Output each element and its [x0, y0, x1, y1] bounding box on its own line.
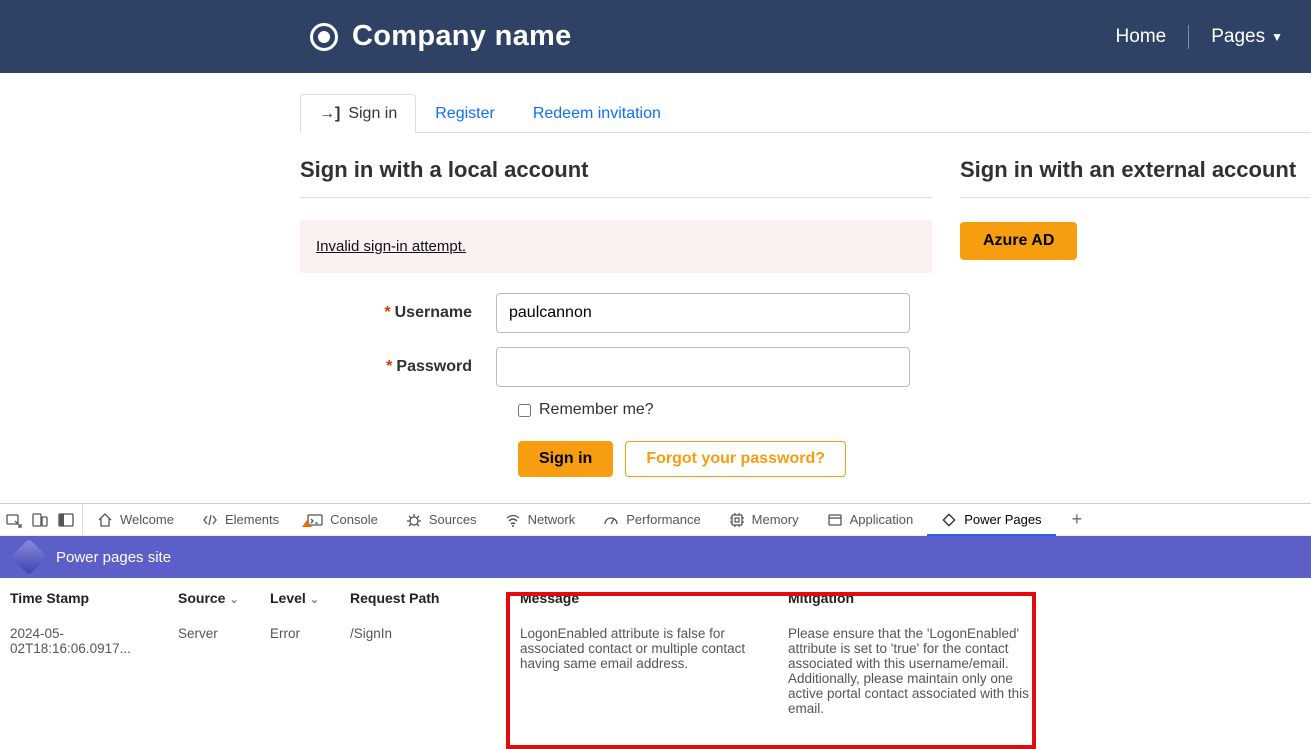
username-input[interactable]	[496, 293, 910, 333]
signin-error-alert: Invalid sign-in attempt.	[300, 220, 932, 273]
nav-link-home[interactable]: Home	[1116, 26, 1167, 48]
col-header-level[interactable]: Level⌄	[270, 590, 350, 606]
devtools-tab-memory[interactable]: Memory	[715, 504, 813, 535]
log-table: Time Stamp Source⌄ Level⌄ Request Path M…	[0, 578, 1311, 728]
cell-mitigation: Please ensure that the 'LogonEnabled' at…	[788, 626, 1032, 716]
sort-caret-icon: ⌄	[229, 594, 238, 606]
col-header-timestamp[interactable]: Time Stamp	[10, 590, 178, 606]
separator	[960, 197, 1310, 198]
gauge-icon	[603, 512, 619, 528]
powerpages-logo-icon	[11, 539, 48, 576]
devtools-tab-console[interactable]: Console	[293, 504, 392, 535]
nav-divider	[1188, 25, 1189, 49]
devtools-tabbar: Welcome Elements Console Sources Network…	[0, 504, 1311, 536]
code-icon	[202, 512, 218, 528]
col-header-source[interactable]: Source⌄	[178, 590, 270, 606]
tab-signin[interactable]: →] Sign in	[300, 94, 416, 133]
devtools-tab-elements[interactable]: Elements	[188, 504, 293, 535]
cell-level: Error	[270, 626, 350, 716]
tab-redeem[interactable]: Redeem invitation	[514, 94, 680, 133]
warning-badge-icon	[302, 520, 312, 527]
cell-message: LogonEnabled attribute is false for asso…	[520, 626, 788, 716]
inspect-element-icon[interactable]	[6, 512, 22, 528]
brand-logo-icon	[310, 23, 338, 51]
remember-label: Remember me?	[539, 401, 654, 419]
tab-register[interactable]: Register	[416, 94, 514, 133]
app-window-icon	[827, 512, 843, 528]
devtools-tab-network[interactable]: Network	[491, 504, 590, 535]
brand[interactable]: Company name	[310, 20, 572, 53]
wifi-icon	[505, 512, 521, 528]
tab-signin-label: Sign in	[348, 105, 397, 123]
azure-ad-button[interactable]: Azure AD	[960, 222, 1077, 260]
devtools-tab-welcome[interactable]: Welcome	[83, 504, 188, 535]
top-navbar: Company name Home Pages ▼	[0, 0, 1311, 73]
tab-register-label: Register	[435, 105, 495, 123]
signin-arrow-icon: →]	[319, 105, 340, 123]
cell-source: Server	[178, 626, 270, 716]
separator	[300, 197, 932, 198]
brand-name: Company name	[352, 20, 572, 53]
devtools-tab-sources[interactable]: Sources	[392, 504, 491, 535]
cell-path: /SignIn	[350, 626, 520, 716]
bug-icon	[406, 512, 422, 528]
powerpages-banner-title: Power pages site	[56, 549, 171, 566]
remember-checkbox[interactable]	[518, 404, 531, 417]
devtools-tab-application[interactable]: Application	[813, 504, 928, 535]
col-header-message[interactable]: Message	[520, 590, 788, 606]
devtools-tab-performance[interactable]: Performance	[589, 504, 714, 535]
chip-icon	[729, 512, 745, 528]
home-icon	[97, 512, 113, 528]
devtools-add-tab-button[interactable]: +	[1066, 509, 1089, 530]
local-heading: Sign in with a local account	[300, 157, 932, 183]
devtools-tab-powerpages[interactable]: Power Pages	[927, 504, 1055, 535]
caret-down-icon: ▼	[1271, 30, 1283, 44]
col-header-mitigation[interactable]: Mitigation	[788, 590, 1032, 606]
nav-link-pages[interactable]: Pages ▼	[1211, 26, 1283, 48]
devtools-panel: Welcome Elements Console Sources Network…	[0, 503, 1311, 728]
password-label: Password	[396, 358, 472, 375]
username-label: Username	[395, 304, 472, 321]
log-row[interactable]: 2024-05-02T18:16:06.0917... Server Error…	[10, 626, 1301, 716]
dock-side-icon[interactable]	[58, 512, 74, 528]
password-input[interactable]	[496, 347, 910, 387]
cell-timestamp: 2024-05-02T18:16:06.0917...	[10, 626, 178, 716]
powerpages-banner: Power pages site	[0, 536, 1311, 578]
tab-redeem-label: Redeem invitation	[533, 105, 661, 123]
sort-caret-icon: ⌄	[310, 594, 319, 606]
device-toolbar-icon[interactable]	[32, 512, 48, 528]
external-heading: Sign in with an external account	[960, 157, 1310, 183]
col-header-path[interactable]: Request Path	[350, 590, 520, 606]
signin-button[interactable]: Sign in	[518, 441, 613, 477]
auth-tabs: →] Sign in Register Redeem invitation	[300, 93, 1311, 133]
forgot-password-button[interactable]: Forgot your password?	[625, 441, 846, 477]
diamond-icon	[941, 512, 957, 528]
